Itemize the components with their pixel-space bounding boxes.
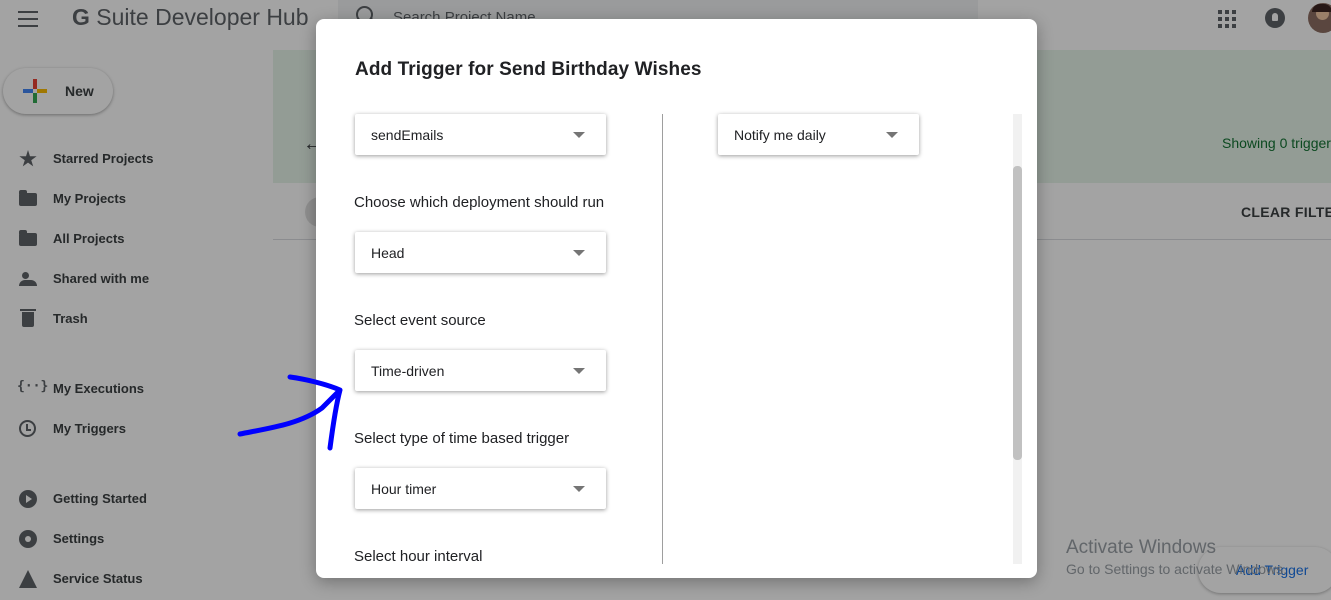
annotation-arrow [237,374,343,451]
annotation-arrow-path [237,374,343,451]
